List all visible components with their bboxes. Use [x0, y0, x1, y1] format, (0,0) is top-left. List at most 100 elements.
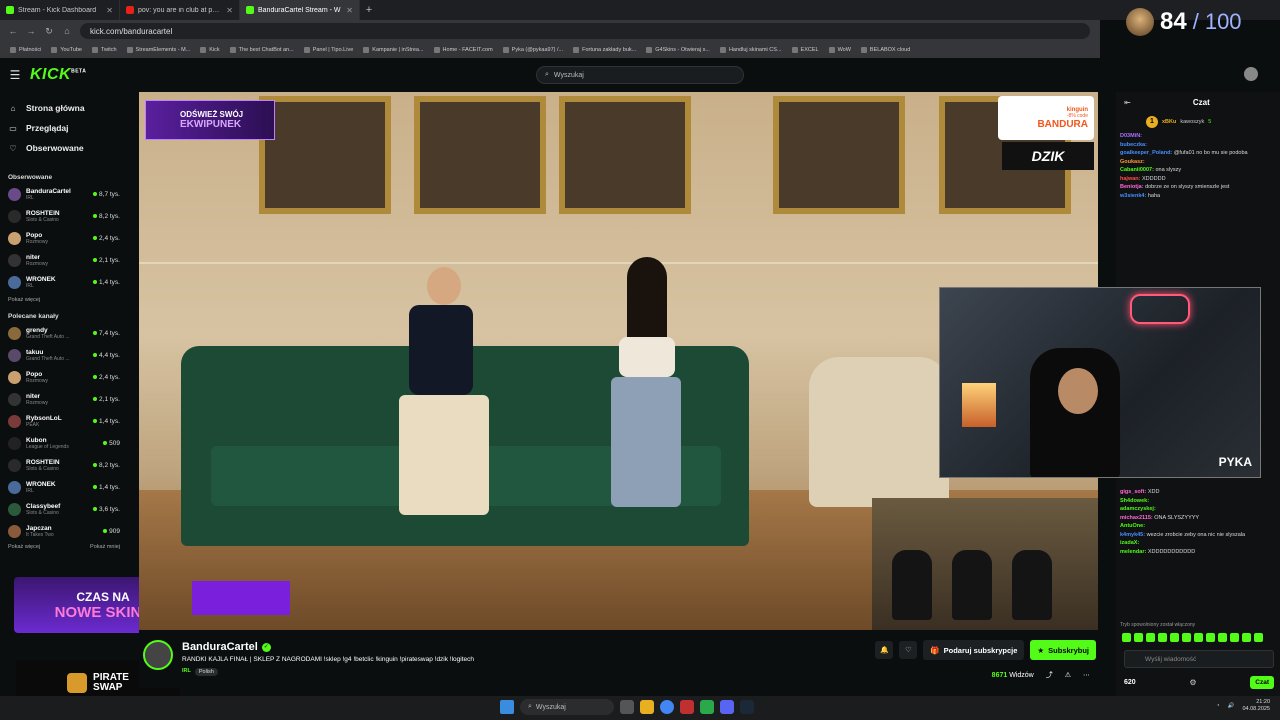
notification-bell-icon[interactable]: 🔔 [875, 641, 894, 659]
chat-message[interactable]: w3sienk4: haha [1120, 192, 1276, 201]
chat-message[interactable]: goalkeeper_Poland: @fufa01 no bo mu sie … [1120, 149, 1276, 158]
channel-item[interactable]: ROSHTEIN Slots & Casino 8,2 tys. [8, 205, 120, 227]
chrome-icon[interactable] [660, 700, 674, 714]
task-view-icon[interactable] [620, 700, 634, 714]
channel-item[interactable]: Kubon League of Legends 509 [8, 432, 120, 454]
nav-browse[interactable]: ▭ Przeglądaj [8, 118, 120, 138]
browser-tab-active[interactable]: BanduraCartel Stream - W ✕ [240, 0, 360, 20]
streamer-avatar[interactable] [143, 640, 173, 670]
bookmark-item[interactable]: The best ChatBot an... [229, 47, 294, 53]
bookmark-item[interactable]: Handluj skinami CS... [719, 47, 782, 53]
channel-item[interactable]: ROSHTEIN Slots & Casino 8,2 tys. [8, 454, 120, 476]
refresh-inventory-overlay: ODŚWIEŻ SWÓJ EKWIPUNEK [145, 100, 275, 140]
channel-item[interactable]: WRONEK IRL 1,4 tys. [8, 271, 120, 293]
subscribe-button[interactable]: ★ Subskrybuj [1030, 640, 1096, 660]
chat-message[interactable]: michax2115: ONA SLYSZYYYY [1120, 514, 1276, 523]
app-icon[interactable] [680, 700, 694, 714]
channel-item[interactable]: grendy Grand Theft Auto ... 7,4 tys. [8, 322, 120, 344]
gift-subscription-button[interactable]: 🎁 Podaruj subskrypcje [923, 640, 1025, 660]
chat-message[interactable]: melendar: XDDDDDDDDDDD [1120, 548, 1276, 557]
chat-message[interactable]: bubeczka: [1120, 141, 1276, 150]
bookmark-item[interactable]: Kampanie | inStrea... [363, 47, 424, 53]
bookmark-item[interactable]: Płatności [10, 47, 41, 53]
bookmark-item[interactable]: Panel | Tipo.Live [303, 47, 353, 53]
user-avatar[interactable] [1244, 67, 1258, 81]
share-icon[interactable]: ⤴ [1046, 670, 1053, 680]
follow-heart-icon[interactable]: ♡ [899, 641, 918, 659]
chat-message[interactable]: izadaX: [1120, 539, 1276, 548]
channel-item[interactable]: takuu Grand Theft Auto ... 4,4 tys. [8, 344, 120, 366]
channel-item[interactable]: Popo Rozmowy 2,4 tys. [8, 227, 120, 249]
kick-logo[interactable]: KICKBETA [30, 66, 86, 84]
report-icon[interactable]: ⚠ [1065, 671, 1071, 679]
app-icon[interactable] [700, 700, 714, 714]
channel-item[interactable]: Popo Rozmowy 2,4 tys. [8, 366, 120, 388]
emote-quickbar[interactable] [1122, 633, 1263, 642]
channel-item[interactable]: Japczan It Takes Two 909 [8, 520, 120, 542]
bookmark-item[interactable]: EXCEL [791, 47, 819, 53]
volume-icon[interactable]: 🔊 [1228, 703, 1235, 709]
bookmark-item[interactable]: Home - FACEIT.com [433, 47, 493, 53]
search-input[interactable]: ⌕ Wyszukaj [536, 66, 744, 84]
bookmark-item[interactable]: Pyka (@pykaa97) /... [502, 47, 563, 53]
file-explorer-icon[interactable] [640, 700, 654, 714]
reload-icon[interactable]: ↻ [44, 26, 54, 37]
channel-item[interactable]: niter Rozmowy 2,1 tys. [8, 249, 120, 271]
show-more-followed[interactable]: Pokaż więcej [8, 297, 120, 303]
taskbar-search[interactable]: ⌕ Wyszukaj [520, 699, 614, 715]
bookmark-item[interactable]: WoW [828, 47, 851, 53]
steam-icon[interactable] [740, 700, 754, 714]
show-more-recommended[interactable]: Pokaż więcej [8, 544, 40, 550]
home-icon[interactable]: ⌂ [62, 26, 72, 36]
bookmark-item[interactable]: G4Skins - Otwieraj s... [646, 47, 710, 53]
more-options-icon[interactable]: ⋯ [1083, 671, 1090, 679]
discord-icon[interactable] [720, 700, 734, 714]
chat-message-input[interactable]: Wyślij wiadomość [1124, 650, 1274, 668]
channel-item[interactable]: RybsonLoL PEAK 1,4 tys. [8, 410, 120, 432]
stream-category[interactable]: IRL [182, 668, 191, 676]
channel-item[interactable]: niter Rozmowy 2,1 tys. [8, 388, 120, 410]
windows-start-icon[interactable] [500, 700, 514, 714]
channel-item[interactable]: BanduraCartel IRL 8,7 tys. [8, 183, 120, 205]
bookmark-item[interactable]: Fortuna zakłady buk... [573, 47, 636, 53]
chat-message[interactable]: Beniotja: dobrze ze on slyszy smienszle … [1120, 183, 1276, 192]
close-tab-icon[interactable]: ✕ [226, 6, 233, 15]
close-tab-icon[interactable]: ✕ [346, 6, 353, 15]
bookmark-item[interactable]: YouTube [51, 47, 82, 53]
chat-message[interactable]: gigs_soft: XDD [1120, 488, 1276, 497]
channel-item[interactable]: Classybeef Slots & Casino 3,6 tys. [8, 498, 120, 520]
network-icon[interactable]: ◔ [1216, 703, 1219, 709]
channel-points[interactable]: 620 [1124, 679, 1136, 686]
close-tab-icon[interactable]: ✕ [106, 6, 113, 15]
settings-gear-icon[interactable]: ⚙ [1189, 678, 1196, 687]
new-tab-button[interactable]: + [360, 4, 378, 16]
language-tag[interactable]: Polish [194, 668, 218, 676]
nav-following[interactable]: ♡ Obserwowane [8, 138, 120, 158]
browser-tab[interactable]: Stream - Kick Dashboard ✕ [0, 0, 120, 20]
chat-send-button[interactable]: Czat [1250, 676, 1274, 689]
bookmark-item[interactable]: Twitch [91, 47, 117, 53]
bookmark-item[interactable]: BELABOX cloud [860, 47, 910, 53]
bookmark-item[interactable]: Kick [200, 47, 220, 53]
live-dot-icon [93, 419, 98, 423]
bookmark-item[interactable]: StreamElements - M... [126, 47, 190, 53]
chat-message[interactable]: Cabanii0007: ona slyszy [1120, 166, 1276, 175]
chat-message[interactable]: Goukasz: [1120, 158, 1276, 167]
chat-message[interactable]: Sh4dowek: [1120, 497, 1276, 506]
nav-home[interactable]: ⌂ Strona główna [8, 98, 120, 118]
collapse-chat-icon[interactable]: ⇤ [1124, 98, 1131, 107]
chat-message[interactable]: k4myk45: wezcie zrobcie zeby ona nic nie… [1120, 531, 1276, 540]
show-less-recommended[interactable]: Pokaż mniej [90, 544, 120, 550]
chat-message[interactable]: AntuOne: [1120, 522, 1276, 531]
chat-message[interactable]: D03MiN: [1120, 132, 1276, 141]
forward-icon[interactable]: → [26, 26, 36, 36]
back-icon[interactable]: ← [8, 26, 18, 36]
home-icon: ⌂ [10, 103, 16, 113]
menu-icon[interactable]: ☰ [0, 68, 30, 82]
chat-message[interactable]: hajwan: XDDDDD [1120, 175, 1276, 184]
url-field[interactable]: kick.com/banduracartel [80, 23, 1090, 39]
browser-tab[interactable]: pov: you are in club at party w ✕ [120, 0, 240, 20]
channel-item[interactable]: WRONEK IRL 1,4 tys. [8, 476, 120, 498]
clock[interactable]: 21:20 04.08.2025 [1242, 699, 1270, 712]
chat-message[interactable]: adamczyskej: [1120, 505, 1276, 514]
